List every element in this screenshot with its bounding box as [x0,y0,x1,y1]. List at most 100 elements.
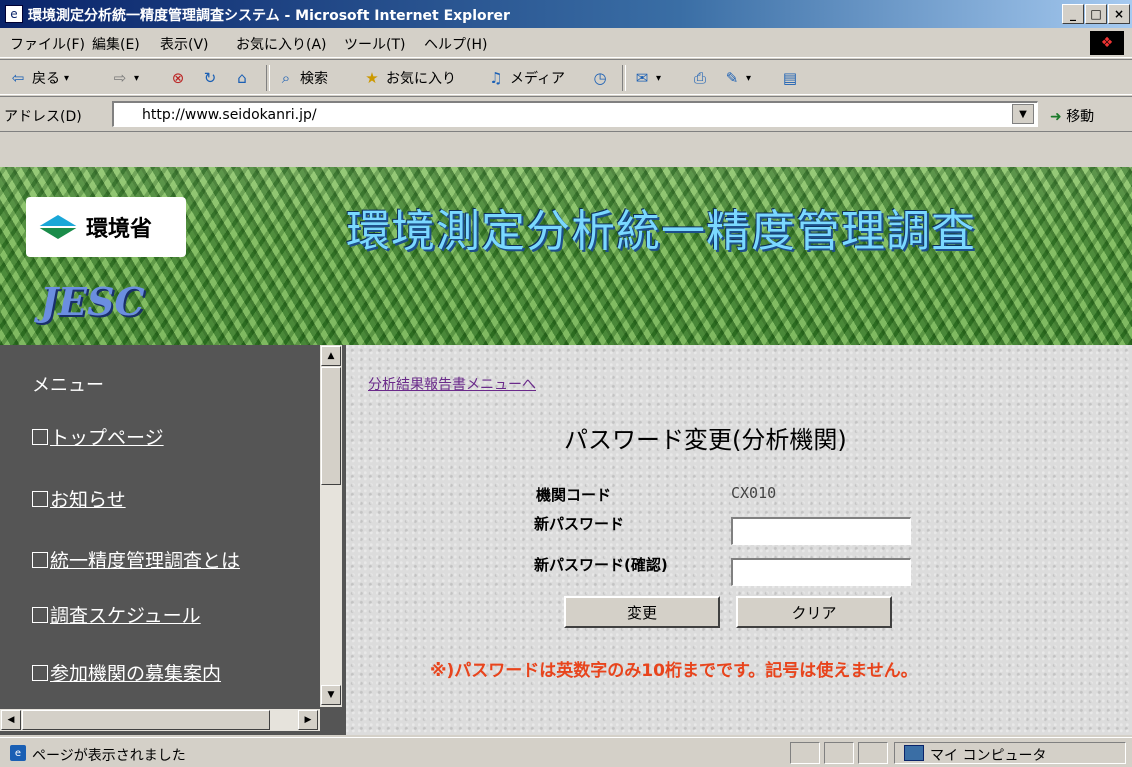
menu-help[interactable]: ヘルプ(H) [424,34,487,54]
checkbox-bullet-icon [32,490,48,507]
address-label: アドレス(D) [4,109,82,125]
forward-arrow-icon: ⇨ [113,69,127,87]
scroll-down-icon[interactable]: ▼ [321,685,341,705]
sidebar-item-label: 参加機関の募集案内 [50,663,222,685]
scroll-right-icon[interactable]: ▶ [298,710,318,730]
sidebar-item-top[interactable]: トップページ [32,423,164,450]
forward-dropdown-icon[interactable]: ▾ [134,73,139,84]
address-bar: アドレス(D) http://www.seidokanri.jp/ ▼ ➜ 移動 [0,96,1132,132]
page-title: パスワード変更(分析機関) [564,426,847,454]
sidebar-item-label: 統一精度管理調査とは [50,550,241,572]
checkbox-bullet-icon [32,664,48,681]
print-button[interactable]: ⎙ [690,68,710,88]
org-code-label: 機関コード [536,486,612,504]
confirm-password-input[interactable] [731,558,911,586]
search-button[interactable]: ⌕ 検索 [276,68,328,88]
go-arrow-icon: ➜ [1050,109,1062,125]
back-label: 戻る [32,71,60,87]
sidebar-horizontal-scrollbar[interactable]: ◀ ▶ [0,709,320,731]
menu-file[interactable]: ファイル(F) [10,34,85,54]
page-done-icon: e [10,745,26,761]
back-button[interactable]: ⇦ 戻る ▾ [8,68,69,88]
home-icon: ⌂ [237,69,247,87]
print-icon: ⎙ [693,69,706,87]
clear-button[interactable]: クリア [736,596,892,628]
checkbox-bullet-icon [32,551,48,568]
sidebar-item-recruit[interactable]: 参加機関の募集案内 [32,659,221,686]
sidebar-vertical-scrollbar[interactable]: ▲ ▼ [320,345,342,707]
address-dropdown-icon[interactable]: ▼ [1012,104,1034,124]
stop-button[interactable]: ⊗ [168,68,188,88]
new-password-label: 新パスワード [534,515,625,533]
maximize-button[interactable]: □ [1085,4,1107,24]
window-title-bar[interactable]: e 環境測定分析統一精度管理調査システム - Microsoft Interne… [0,0,1132,28]
minimize-button[interactable]: _ [1062,4,1084,24]
main-content: 分析結果報告書メニューへ パスワード変更(分析機関) 機関コード CX010 新… [346,345,1132,735]
scroll-up-icon[interactable]: ▲ [321,346,341,366]
sidebar-item-schedule[interactable]: 調査スケジュール [32,601,201,628]
scroll-thumb[interactable] [321,367,341,485]
menu-bar: ファイル(F) 編集(E) 表示(V) お気に入り(A) ツール(T) ヘルプ(… [0,28,1132,58]
status-text: ページが表示されました [32,748,186,764]
org-code-value: CX010 [731,484,777,502]
mail-icon: ✉ [635,69,649,87]
discuss-button[interactable]: ▤ [780,68,800,88]
sidebar-item-about[interactable]: 統一精度管理調査とは [32,546,240,573]
toolbar: ⇦ 戻る ▾ ⇨ ▾ ⊗ ↻ ⌂ ⌕ 検索 ★ お気に入り ♫ メディア ◷ ✉… [0,59,1132,95]
menu-view[interactable]: 表示(V) [160,34,209,54]
sidebar-item-label: お知らせ [50,489,126,511]
scroll-left-icon[interactable]: ◀ [1,710,21,730]
status-pane [790,742,820,764]
sidebar-item-news[interactable]: お知らせ [32,485,126,512]
go-button[interactable]: ➜ 移動 [1050,106,1094,126]
history-button[interactable]: ◷ [590,68,610,88]
go-label: 移動 [1066,109,1095,125]
home-button[interactable]: ⌂ [232,68,252,88]
edit-dropdown-icon[interactable]: ▾ [746,73,751,84]
address-input[interactable]: http://www.seidokanri.jp/ [112,101,1038,127]
my-computer-icon [904,745,924,761]
sidebar-menu: メニュー トップページ お知らせ 統一精度管理調査とは 調査スケジュール 参加機… [0,345,320,707]
mail-button[interactable]: ✉ ▾ [632,68,661,88]
sidebar-heading: メニュー [32,375,104,396]
scroll-thumb[interactable] [22,710,270,730]
ministry-logo[interactable]: 環境省 [26,197,186,257]
favorites-button[interactable]: ★ お気に入り [362,68,456,88]
refresh-button[interactable]: ↻ [200,68,220,88]
menu-favorites[interactable]: お気に入り(A) [236,34,327,54]
history-icon: ◷ [593,69,607,87]
favorites-icon: ★ [365,69,379,87]
back-arrow-icon: ⇦ [11,69,25,87]
ministry-logo-text: 環境省 [86,217,153,242]
menu-tools[interactable]: ツール(T) [344,34,405,54]
refresh-icon: ↻ [203,69,217,87]
change-button[interactable]: 変更 [564,596,720,628]
toolbar-separator [622,65,626,91]
status-pane [858,742,888,764]
mail-dropdown-icon[interactable]: ▾ [656,73,661,84]
status-bar: e ページが表示されました マイ コンピュータ [0,737,1132,767]
search-icon: ⌕ [281,69,291,87]
security-zone-text: マイ コンピュータ [930,748,1047,764]
forward-button[interactable]: ⇨ ▾ [110,68,139,88]
windows-logo-icon: ❖ [1090,31,1124,55]
sidebar-frame: メニュー トップページ お知らせ 統一精度管理調査とは 調査スケジュール 参加機… [0,345,346,735]
back-dropdown-icon[interactable]: ▾ [64,73,69,84]
new-password-input[interactable] [731,517,911,545]
toolbar-separator [266,65,270,91]
stop-icon: ⊗ [171,69,185,87]
search-label: 検索 [300,71,328,87]
edit-button[interactable]: ✎ ▾ [722,68,751,88]
window-title: 環境測定分析統一精度管理調査システム - Microsoft Internet … [28,8,510,24]
report-menu-link[interactable]: 分析結果報告書メニューへ [368,374,536,394]
jesc-logo: JESC [40,279,145,324]
site-banner: 環境省 環境測定分析統一精度管理調査 JESC [0,167,1132,345]
ministry-logo-mark-icon [38,215,78,239]
sidebar-item-label: 調査スケジュール [50,605,201,627]
checkbox-bullet-icon [32,428,48,445]
edit-icon: ✎ [725,69,739,87]
menu-edit[interactable]: 編集(E) [92,34,140,54]
close-button[interactable]: × [1108,4,1130,24]
media-label: メディア [510,71,566,87]
media-button[interactable]: ♫ メディア [486,68,565,88]
